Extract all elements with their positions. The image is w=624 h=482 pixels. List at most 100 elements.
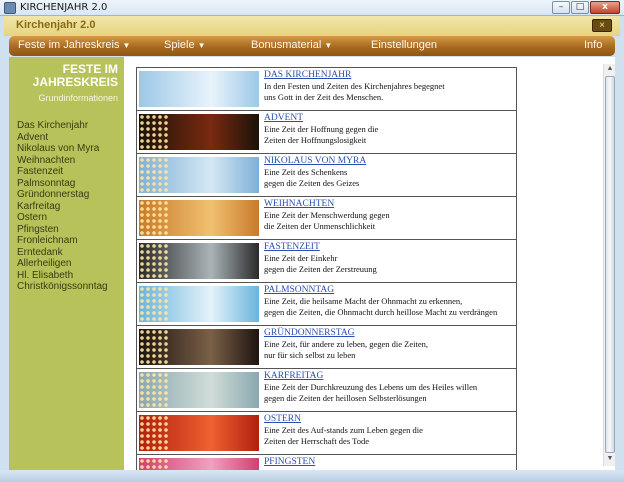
dot-pattern [139,114,169,150]
feast-link[interactable]: PFINGSTEN [264,457,516,468]
feast-link[interactable]: OSTERN [264,414,516,425]
feast-thumbnail[interactable] [139,71,259,107]
feast-row: OSTERN Eine Zeit des Auf-stands zum Leben… [137,412,516,455]
feast-description: Eine Zeit, die heilsame Macht der Ohnmac… [264,296,463,306]
feast-description: gegen die Zeiten der Zerstreuung [264,264,377,274]
app-icon [4,2,16,14]
scroll-up-icon[interactable]: ▲ [605,65,615,75]
feast-thumbnail[interactable] [139,200,259,236]
app-close-button[interactable]: × [592,19,612,32]
feast-list: DAS KIRCHENJAHR In den Festen und Zeiten … [136,67,517,470]
feast-link[interactable]: ADVENT [264,113,516,124]
sidebar-item[interactable]: Nikolaus von Myra [17,143,108,155]
feast-description: Eine Zeit, für andere zu leben, gegen di… [264,339,429,349]
feast-description: Eine Zeit der Einkehr [264,253,338,263]
feast-text: PALMSONNTAG Eine Zeit, die heilsame Macht… [264,285,516,318]
feast-link[interactable]: KARFREITAG [264,371,516,382]
feast-thumbnail[interactable] [139,372,259,408]
window-bottom-frame [0,470,624,482]
app-title: Kirchenjahr 2.0 [16,19,96,31]
feast-row: DAS KIRCHENJAHR In den Festen und Zeiten … [137,68,516,111]
menu-label: Info [584,39,603,51]
sidebar-item[interactable]: Allerheiligen [17,258,108,270]
feast-text: ADVENT Eine Zeit der Hoffnung gegen die Ze… [264,113,516,146]
dot-pattern [139,329,169,365]
sidebar-title: FESTE IM JAHRESKREIS [33,63,118,89]
scroll-thumb[interactable] [605,76,615,453]
feast-link[interactable]: PALMSONNTAG [264,285,516,296]
sidebar-item[interactable]: Gründonnerstag [17,189,108,201]
window-titlebar: KIRCHENJAHR 2.0 – □ x [0,0,624,16]
feast-row: WEIHNACHTEN Eine Zeit der Menschwerdung g… [137,197,516,240]
feast-description: Eine Zeit der Hoffnung gegen die [264,124,379,134]
scroll-down-icon[interactable]: ▼ [605,455,615,465]
window-close-button[interactable]: x [590,1,620,14]
feast-description: In den Festen und Zeiten des Kirchenjahr… [264,81,445,91]
feast-thumbnail[interactable] [139,329,259,365]
sidebar-item[interactable]: Fastenzeit [17,166,108,178]
menu-einstellungen[interactable]: Einstellungen [371,39,437,51]
sidebar-subtitle: Grundinformationen [38,93,118,103]
sidebar-item[interactable]: Christkönigssonntag [17,281,108,293]
dot-pattern [139,415,169,451]
minimize-button[interactable]: – [552,1,570,14]
feast-text: KARFREITAG Eine Zeit der Durchkreuzung de… [264,371,516,404]
app-header: Kirchenjahr 2.0 × [4,16,620,36]
feast-text: WEIHNACHTEN Eine Zeit der Menschwerdung g… [264,199,516,232]
sidebar-item[interactable]: Advent [17,132,108,144]
menu-label: Spiele [164,39,195,51]
dot-pattern [139,200,169,236]
sidebar-item[interactable]: Erntedank [17,247,108,259]
feast-description: Eine Zeit der Durchkreuzung des Lebens u… [264,382,478,392]
sidebar-item[interactable]: Pfingsten [17,224,108,236]
feast-link[interactable]: DAS KIRCHENJAHR [264,70,516,81]
feast-thumbnail[interactable] [139,243,259,279]
feast-text: OSTERN Eine Zeit des Auf-stands zum Leben… [264,414,516,447]
menu-spiele[interactable]: Spiele ▼ [164,39,206,51]
dot-pattern [139,372,169,408]
content-panel: DAS KIRCHENJAHR In den Festen und Zeiten … [124,57,615,470]
maximize-button[interactable]: □ [571,1,589,14]
feast-link[interactable]: WEIHNACHTEN [264,199,516,210]
feast-description: die Zeiten der Unmenschlichkeit [264,221,376,231]
feast-description: gegen die Zeiten der heillosen Selbsterl… [264,393,427,403]
sidebar-item[interactable]: Karfreitag [17,201,108,213]
feast-description: gegen die Zeiten des Geizes [264,178,360,188]
chevron-down-icon: ▼ [324,41,333,50]
menu-feste-im-jahreskreis[interactable]: Feste im Jahreskreis ▼ [18,39,130,51]
feast-thumbnail[interactable] [139,114,259,150]
sidebar: FESTE IM JAHRESKREIS Grundinformationen … [9,57,124,470]
feast-row: FASTENZEIT Eine Zeit der Einkehr gegen die… [137,240,516,283]
sidebar-item[interactable]: Das Kirchenjahr [17,120,108,132]
feast-link[interactable]: GRÜNDONNERSTAG [264,328,516,339]
chevron-down-icon: ▼ [197,41,206,50]
feast-row: ADVENT Eine Zeit der Hoffnung gegen die Ze… [137,111,516,154]
sidebar-item[interactable]: Weihnachten [17,155,108,167]
feast-thumbnail[interactable] [139,286,259,322]
menu-label: Einstellungen [371,39,438,51]
feast-description: Zeiten der Hoffnungslosigkeit [264,135,367,145]
sidebar-item[interactable]: Palmsonntag [17,178,108,190]
feast-thumbnail[interactable] [139,415,259,451]
dot-pattern [139,243,169,279]
feast-text: NIKOLAUS VON MYRA Eine Zeit des Schenkens… [264,156,516,189]
menu-info[interactable]: Info [584,39,602,51]
feast-description: Eine Zeit des Auf-stands zum Leben gegen… [264,425,423,435]
feast-description: nur für sich selbst zu leben [264,350,356,360]
feast-description: Eine Zeit der Menschwerdung gegen [264,210,390,220]
feast-thumbnail[interactable] [139,458,259,470]
feast-thumbnail[interactable] [139,157,259,193]
feast-link[interactable]: FASTENZEIT [264,242,516,253]
menu-bonusmaterial[interactable]: Bonusmaterial ▼ [251,39,332,51]
sidebar-item[interactable]: Fronleichnam [17,235,108,247]
sidebar-nav: Das Kirchenjahr Advent Nikolaus von Myra We… [17,120,108,293]
feast-description: uns Gott in der Zeit des Menschen. [264,92,384,102]
sidebar-item[interactable]: Hl. Elisabeth [17,270,108,282]
feast-text: FASTENZEIT Eine Zeit der Einkehr gegen die… [264,242,516,275]
feast-row: NIKOLAUS VON MYRA Eine Zeit des Schenkens… [137,154,516,197]
sidebar-item[interactable]: Ostern [17,212,108,224]
feast-description: Zeiten der Herrschaft des Tode [264,436,369,446]
dot-pattern [139,458,169,470]
feast-link[interactable]: NIKOLAUS VON MYRA [264,156,516,167]
vertical-scrollbar[interactable]: ▲ ▼ [603,64,615,466]
